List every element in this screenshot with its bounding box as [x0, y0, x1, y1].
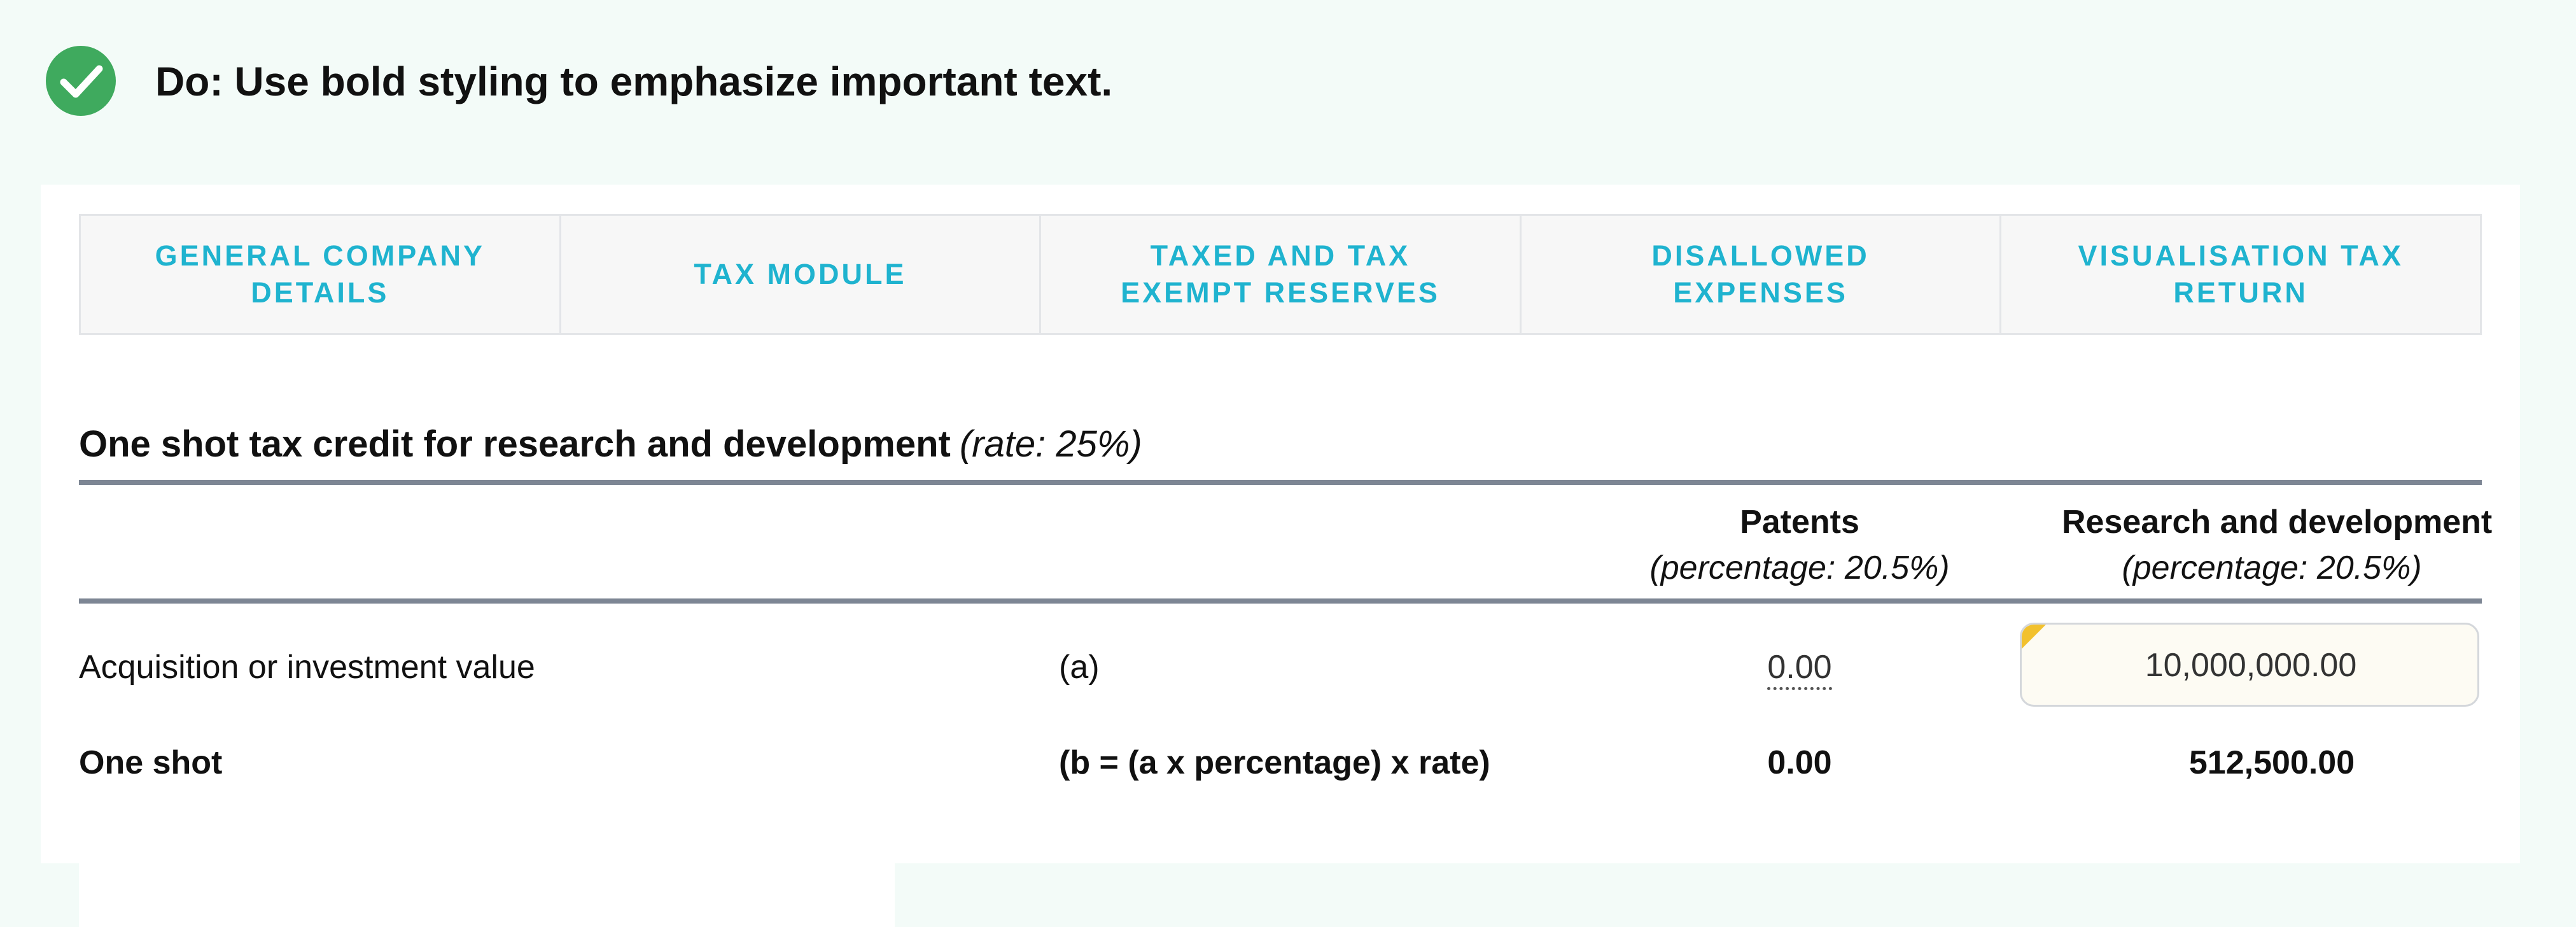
tab-label: TAXED AND TAX EXEMPT RESERVES	[1121, 239, 1440, 309]
patents-acquisition-value[interactable]: 0.00	[1767, 649, 1832, 690]
tab-label: VISUALISATION TAX RETURN	[2078, 239, 2404, 309]
rd-acquisition-value-field[interactable]	[2020, 623, 2479, 707]
table-top-rule	[79, 480, 2482, 485]
section-title-rate: (rate: 25%)	[959, 423, 1142, 465]
tab-bar: GENERAL COMPANY DETAILS TAX MODULE TAXED…	[79, 214, 2482, 335]
column-header-patents: Patents (percentage: 20.5%)	[1609, 499, 1991, 591]
tab-visualisation-tax-return[interactable]: VISUALISATION TAX RETURN	[2001, 216, 2480, 333]
row-label-one-shot: One shot	[79, 744, 223, 781]
tab-label: TAX MODULE	[694, 258, 907, 290]
tab-label: DISALLOWED EXPENSES	[1651, 239, 1870, 309]
column-header-name: Research and development	[2062, 504, 2493, 541]
row-formula-b: (b = (a x percentage) x rate)	[1059, 744, 1490, 781]
tab-disallowed-expenses[interactable]: DISALLOWED EXPENSES	[1522, 216, 2002, 333]
row-label-acquisition-value: Acquisition or investment value	[79, 649, 535, 686]
section-title: One shot tax credit for research and dev…	[79, 419, 1142, 470]
lower-white-strip	[79, 863, 895, 927]
guideline-text: Do: Use bold styling to emphasize import…	[155, 59, 1113, 104]
column-header-name: Patents	[1740, 504, 1859, 541]
table-header-rule	[79, 598, 2482, 604]
tab-taxed-and-tax-exempt-reserves[interactable]: TAXED AND TAX EXEMPT RESERVES	[1041, 216, 1522, 333]
row-formula-a: (a)	[1059, 649, 1100, 686]
column-header-research-development: Research and development (percentage: 20…	[2062, 499, 2493, 591]
tax-form-card: GENERAL COMPANY DETAILS TAX MODULE TAXED…	[41, 185, 2520, 863]
column-header-percentage: (percentage: 20.5%)	[1649, 549, 1950, 586]
column-header-percentage: (percentage: 20.5%)	[2122, 549, 2422, 586]
section-title-main: One shot tax credit for research and dev…	[79, 423, 951, 465]
rd-one-shot-value: 512,500.00	[2188, 744, 2355, 781]
tab-label: GENERAL COMPANY DETAILS	[155, 239, 485, 309]
tab-tax-module[interactable]: TAX MODULE	[561, 216, 1042, 333]
patents-acquisition-value-cell[interactable]: 0.00	[1609, 644, 1991, 690]
rd-acquisition-value-input[interactable]	[2022, 625, 2477, 705]
tab-general-company-details[interactable]: GENERAL COMPANY DETAILS	[81, 216, 561, 333]
patents-one-shot-value: 0.00	[1767, 744, 1832, 781]
check-circle-icon	[46, 46, 116, 116]
guideline-banner: Do: Use bold styling to emphasize import…	[0, 0, 2576, 166]
